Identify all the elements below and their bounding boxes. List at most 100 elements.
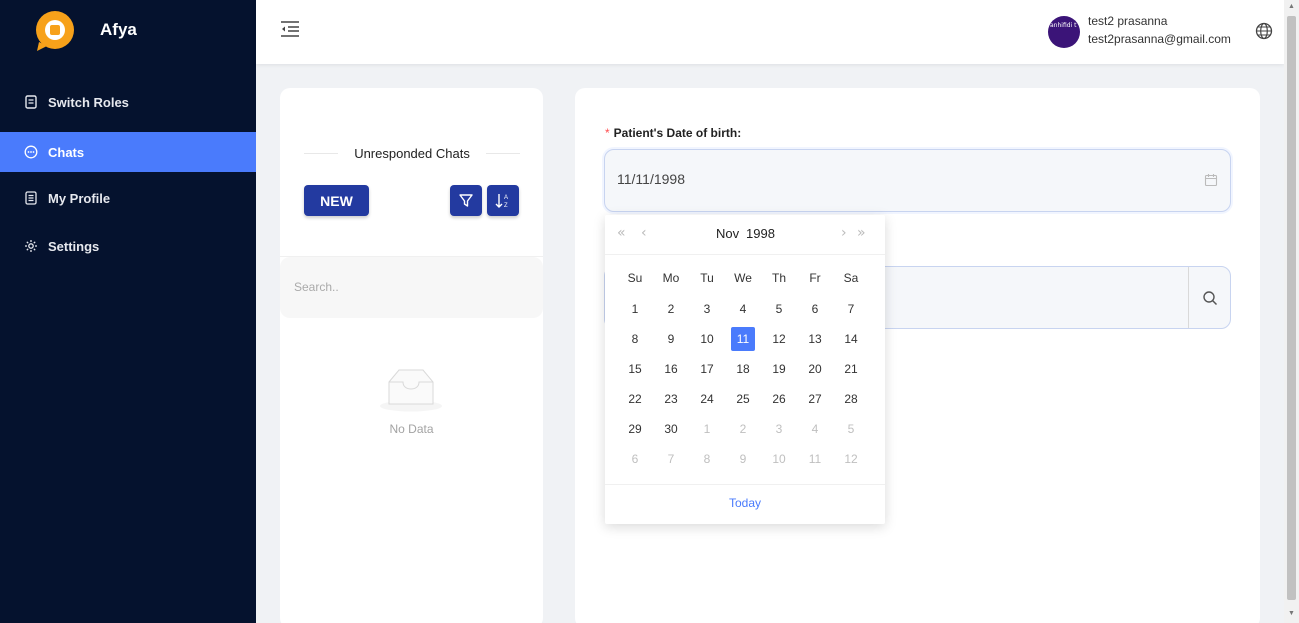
divider (304, 153, 339, 154)
new-chat-button[interactable]: NEW (304, 185, 369, 216)
year-select[interactable]: 1998 (746, 226, 775, 241)
calendar-day[interactable]: 25 (725, 387, 761, 411)
sort-button[interactable]: AZ (487, 185, 519, 216)
sidebar-item-label: Switch Roles (48, 94, 129, 110)
calendar-day[interactable]: 3 (761, 417, 797, 441)
divider (485, 153, 521, 154)
chat-bubble-icon (24, 145, 38, 159)
calendar-day[interactable]: 3 (689, 297, 725, 321)
calendar-day[interactable]: 2 (653, 297, 689, 321)
month-select[interactable]: Nov (716, 226, 739, 241)
calendar-day[interactable]: 21 (833, 357, 869, 381)
user-email: test2prasanna@gmail.com (1088, 32, 1231, 46)
calendar-day[interactable]: 4 (725, 297, 761, 321)
calendar-day[interactable]: 6 (797, 297, 833, 321)
calendar-icon (1204, 174, 1218, 187)
calendar-day[interactable]: 29 (617, 417, 653, 441)
calendar-day-selected[interactable]: 11 (725, 327, 761, 351)
calendar-day[interactable]: 13 (797, 327, 833, 351)
chat-list-header: Unresponded Chats (304, 146, 521, 161)
calendar-day-label: 11 (731, 327, 755, 351)
calendar-day[interactable]: 8 (617, 327, 653, 351)
calendar-day[interactable]: 8 (689, 447, 725, 471)
weekday-header: We (734, 271, 752, 285)
svg-text:A: A (504, 195, 508, 201)
scrollbar-thumb[interactable] (1287, 16, 1296, 600)
calendar-day[interactable]: 18 (725, 357, 761, 381)
calendar-day[interactable]: 10 (689, 327, 725, 351)
calendar-day[interactable]: 23 (653, 387, 689, 411)
prev-year-icon[interactable]: « (617, 225, 626, 241)
calendar-day[interactable]: 19 (761, 357, 797, 381)
calendar-day[interactable]: 24 (689, 387, 725, 411)
svg-text:Z: Z (504, 203, 508, 209)
sidebar-item-my-profile[interactable]: My Profile (0, 178, 256, 218)
sidebar-item-settings[interactable]: Settings (0, 226, 256, 266)
search-icon (1202, 290, 1217, 305)
calendar-day[interactable]: 1 (617, 297, 653, 321)
top-header: anhifidi t test2 prasanna test2prasanna@… (256, 0, 1284, 64)
profile-icon (24, 191, 38, 205)
sidebar: Afya Switch Roles Chats My Profile Setti… (0, 0, 256, 623)
calendar-day[interactable]: 22 (617, 387, 653, 411)
calendar-day[interactable]: 16 (653, 357, 689, 381)
switch-roles-icon (24, 95, 38, 109)
calendar-day[interactable]: 17 (689, 357, 725, 381)
date-picker-header: « ‹ Nov 1998 › » (605, 215, 885, 255)
prev-month-icon[interactable]: ‹ (641, 225, 647, 241)
calendar-day[interactable]: 9 (653, 327, 689, 351)
calendar-day[interactable]: 12 (761, 327, 797, 351)
calendar-day[interactable]: 10 (761, 447, 797, 471)
sidebar-item-switch-roles[interactable]: Switch Roles (0, 82, 256, 122)
afya-logo-icon (36, 11, 74, 51)
search-button[interactable] (1188, 267, 1230, 328)
calendar-day[interactable]: 11 (797, 447, 833, 471)
sidebar-item-label: My Profile (48, 190, 111, 206)
calendar-day[interactable]: 27 (797, 387, 833, 411)
weekday-header: Mo (662, 271, 680, 285)
empty-state-text: No Data (389, 422, 434, 436)
weekday-header: Th (771, 271, 786, 285)
calendar-day[interactable]: 1 (689, 417, 725, 441)
weekday-header: Fr (809, 271, 821, 285)
scroll-up-icon[interactable]: ▲ (1287, 3, 1296, 13)
scroll-down-icon[interactable]: ▼ (1287, 610, 1296, 620)
calendar-day[interactable]: 14 (833, 327, 869, 351)
calendar-day[interactable]: 4 (797, 417, 833, 441)
chat-search-box[interactable] (280, 257, 543, 318)
dob-date-input[interactable]: 11/11/1998 (604, 149, 1231, 212)
next-month-icon[interactable]: › (841, 225, 847, 241)
calendar-day[interactable]: 30 (653, 417, 689, 441)
calendar-day[interactable]: 15 (617, 357, 653, 381)
chat-list-title: Unresponded Chats (354, 146, 470, 161)
date-picker-dropdown: « ‹ Nov 1998 › » Su Mo Tu We Th Fr Sa 12345678… (605, 215, 885, 524)
sidebar-item-label: Settings (48, 238, 100, 254)
calendar-day[interactable]: 28 (833, 387, 869, 411)
calendar-day[interactable]: 20 (797, 357, 833, 381)
sidebar-item-chats[interactable]: Chats (0, 132, 256, 172)
today-button[interactable]: Today (605, 484, 885, 524)
next-year-icon[interactable]: » (857, 225, 866, 241)
calendar-day[interactable]: 9 (725, 447, 761, 471)
calendar-day[interactable]: 5 (833, 417, 869, 441)
calendar-day[interactable]: 7 (653, 447, 689, 471)
filter-icon (459, 193, 473, 207)
weekday-header: Sa (843, 271, 859, 285)
chat-search-input[interactable] (294, 277, 524, 297)
avatar[interactable]: anhifidi t (1048, 16, 1080, 48)
empty-inbox-icon (380, 369, 442, 412)
brand-name: Afya (100, 20, 137, 39)
calendar-day[interactable]: 7 (833, 297, 869, 321)
dob-label-suffix: : (737, 126, 742, 140)
weekday-header: Tu (700, 271, 714, 285)
menu-fold-icon[interactable] (280, 19, 300, 39)
calendar-day[interactable]: 2 (725, 417, 761, 441)
calendar-day[interactable]: 5 (761, 297, 797, 321)
calendar-day[interactable]: 26 (761, 387, 797, 411)
calendar-day[interactable]: 12 (833, 447, 869, 471)
filter-button[interactable] (450, 185, 482, 216)
calendar-day[interactable]: 6 (617, 447, 653, 471)
required-marker: * (605, 126, 610, 140)
globe-icon[interactable] (1255, 22, 1273, 40)
sort-az-icon: AZ (495, 193, 508, 209)
